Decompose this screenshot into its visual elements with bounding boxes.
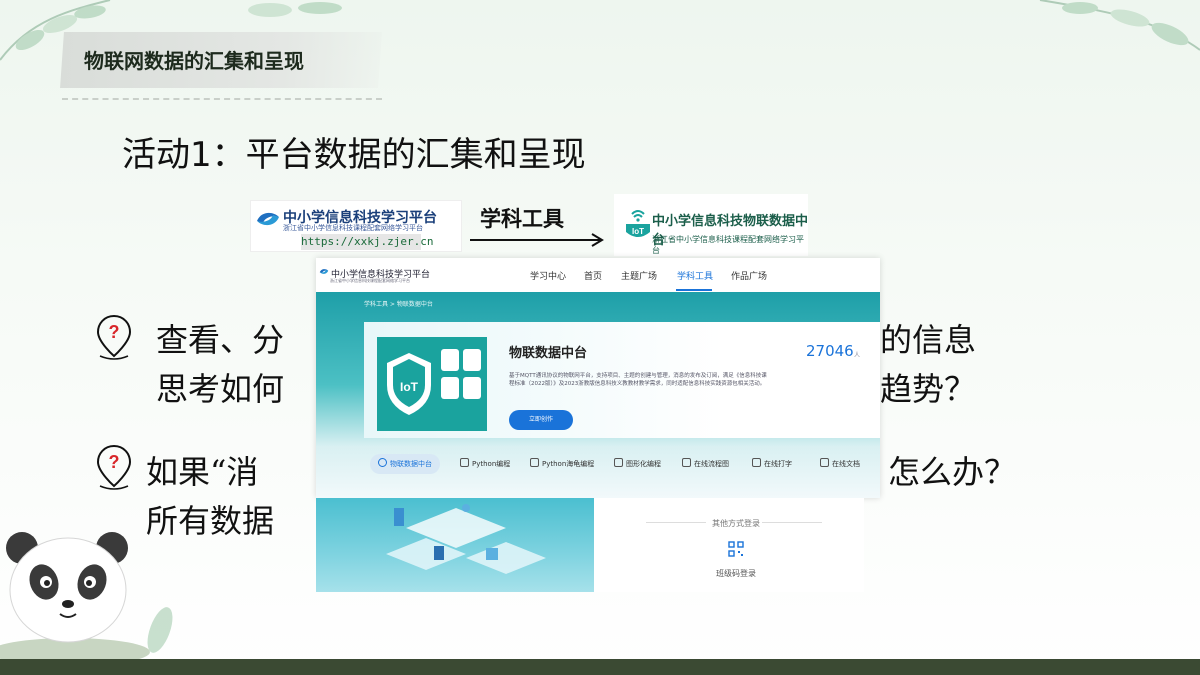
screenshot-logo-subtitle: 浙江省中小学信息科技课程配套网络学习平台 [330,278,410,283]
platform-subtitle: 浙江省中小学信息科技课程配套网络学习平台 [283,224,423,232]
iot-tool-thumbnail: IoT [377,337,487,431]
nav-active-indicator [676,289,712,291]
sun-sensor-icon [441,349,459,371]
tab-flowchart[interactable]: 在线流程图 [682,454,729,474]
question-1-line-1: 查看、分 [156,321,285,359]
right-arrow-icon [470,233,604,247]
qr-code-icon[interactable] [728,541,744,557]
tab-label: Python编程 [472,460,511,468]
iot-badge-text: IoT [632,227,644,236]
location-icon [463,349,481,371]
platform-swirl-icon [319,269,329,274]
tab-typing[interactable]: 在线打字 [752,454,792,474]
tab-label: 在线文档 [832,460,860,468]
breadcrumb[interactable]: 学科工具 > 物联数据中台 [364,299,433,308]
tab-label: 在线打字 [764,460,792,468]
screenshot-navbar: 中小学信息科技学习平台 浙江省中小学信息科技课程配套网络学习平台 学习中心 首页… [316,258,880,292]
tab-documents[interactable]: 在线文档 [820,454,860,474]
tab-label: Python海龟编程 [542,460,595,468]
tool-description: 基于MQTT通讯协议的物联网平台，支持项目、主题的创建与管理，消息的发布及订阅，… [509,373,767,387]
nav-learning-center[interactable]: 学习中心 [530,269,566,282]
activity-heading: 活动1：平台数据的汇集和呈现 [122,135,586,175]
divider [646,522,706,523]
question-1-line-2-tail: 趋势？ [880,370,977,408]
python-icon [530,458,539,467]
panda-illustration [0,532,150,660]
tab-python[interactable]: Python编程 [460,454,510,474]
isometric-devices-illustration [386,504,546,574]
section-title: 物联网数据的汇集和呈现 [84,49,304,73]
iot-tab-icon [378,458,387,467]
tab-label: 在线流程图 [694,460,729,468]
login-page-illustration [316,498,594,592]
user-count: 27046 [806,342,854,360]
tab-block-coding[interactable]: 图形化编程 [614,454,661,474]
user-count-unit: 人 [854,352,861,359]
thermometer-icon [441,377,459,399]
question-1-line-1-tail: 的信息 [880,321,977,359]
svg-text:?: ? [109,322,120,342]
tab-label: 图形化编程 [626,460,661,468]
platform-swirl-icon [257,212,279,226]
xxkj-platform-logo: 中小学信息科技学习平台 浙江省中小学信息科技课程配套网络学习平台 https:/… [250,200,462,252]
tool-card-title: 物联数据中台 [509,346,588,361]
nav-topic-square[interactable]: 主题广场 [621,269,657,282]
nav-works-square[interactable]: 作品广场 [731,269,767,282]
platform-url[interactable]: https://xxkj.zjer.cn [301,234,433,250]
question-pin-icon: ? [96,314,132,360]
class-code-login-label[interactable]: 班级码登录 [716,568,756,579]
tab-python-turtle[interactable]: Python海龟编程 [530,454,594,474]
leaf-decoration-top-center [248,2,342,17]
code-icon [614,458,623,467]
nav-home[interactable]: 首页 [584,269,602,282]
iot-platform-logo: IoT 中小学信息科技物联数据中台 浙江省中小学信息科技课程配套网络学习平台 [614,194,808,256]
speaker-icon [463,377,481,399]
embedded-platform-screenshot: 中小学信息科技学习平台 浙江省中小学信息科技课程配套网络学习平台 学习中心 首页… [316,258,880,498]
flowchart-icon [682,458,691,467]
divider [762,522,822,523]
question-1-line-2: 思考如何 [156,370,285,408]
iot-badge-icon: IoT [626,210,650,237]
create-now-button[interactable]: 立即创作 [509,410,573,430]
arrow-label: 学科工具 [480,207,564,231]
footer-bar [0,659,1200,675]
keyboard-icon [752,458,761,467]
document-icon [820,458,829,467]
tab-iot-data-platform[interactable]: 物联数据中台 [370,454,440,474]
iot-shield-icon: IoT [387,353,431,415]
svg-text:?: ? [109,452,120,472]
python-icon [460,458,469,467]
iot-platform-subtitle: 浙江省中小学信息科技课程配套网络学习平台 [652,235,804,255]
other-login-label: 其他方式登录 [712,519,760,528]
title-divider [62,98,382,100]
leaf-decoration-top-right [1039,0,1200,51]
svg-text:IoT: IoT [400,380,419,394]
tab-label: 物联数据中台 [390,460,432,468]
question-2-line-1: 如果“消 [146,453,259,491]
question-pin-icon: ? [96,444,132,490]
question-2-line-1-tail: 怎么办？ [888,453,1017,491]
nav-subject-tools[interactable]: 学科工具 [677,269,713,282]
question-2-line-2: 所有数据 [146,502,275,540]
